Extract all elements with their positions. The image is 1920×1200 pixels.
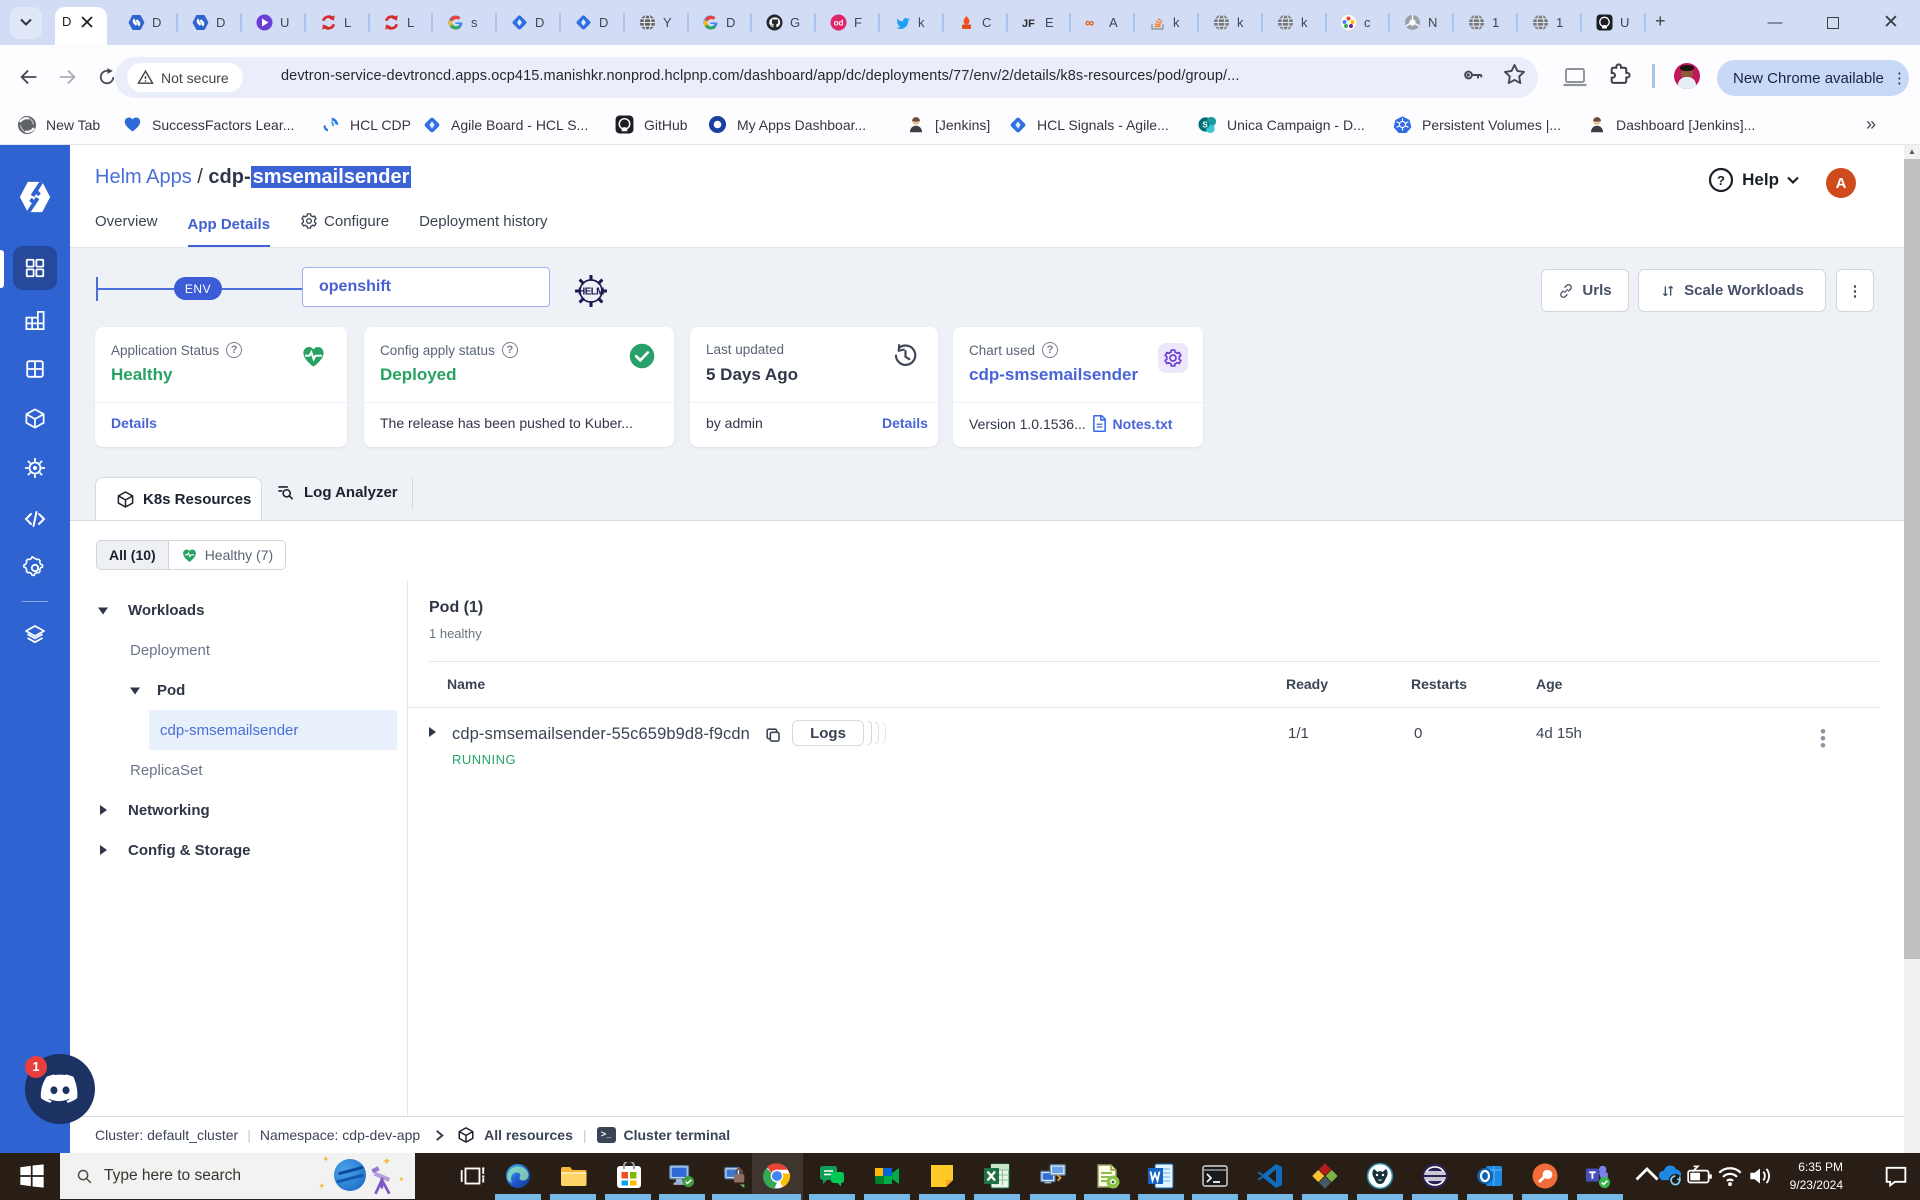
svg-text:?: ? [1717,173,1725,188]
svg-text:S: S [1202,120,1208,129]
svg-text:HELM: HELM [578,286,604,297]
